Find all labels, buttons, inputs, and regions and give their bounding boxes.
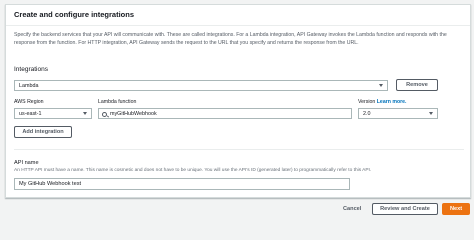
chevron-down-icon	[379, 84, 383, 87]
divider	[14, 149, 464, 150]
lambda-function-value: myGitHubWebhook	[110, 111, 157, 117]
panel-header: Create and configure integrations	[6, 5, 470, 26]
region-value: us-east-1	[19, 111, 42, 117]
search-icon	[102, 111, 107, 117]
panel-title: Create and configure integrations	[14, 10, 135, 19]
integration-type-value: Lambda	[19, 83, 39, 89]
learn-more-link[interactable]: Learn more.	[377, 99, 407, 105]
next-button[interactable]: Next	[442, 203, 470, 215]
version-value: 2.0	[363, 111, 371, 117]
chevron-down-icon	[429, 112, 433, 115]
region-select[interactable]: us-east-1	[14, 108, 92, 119]
api-name-label: API name	[14, 160, 39, 166]
review-and-create-button[interactable]: Review and Create	[372, 203, 438, 215]
function-label: Lambda function	[98, 99, 137, 105]
api-name-hint: An HTTP API must have a name. This name …	[14, 168, 372, 173]
api-name-input[interactable]: My GitHub Webhook test	[14, 178, 350, 190]
integration-type-select[interactable]: Lambda	[14, 80, 388, 91]
version-label: Version	[358, 99, 376, 105]
region-label: AWS Region	[14, 99, 44, 105]
chevron-down-icon	[83, 112, 87, 115]
version-select[interactable]: 2.0	[358, 108, 438, 119]
panel-description: Specify the backend services that your A…	[14, 32, 447, 46]
lambda-function-input[interactable]: myGitHubWebhook	[98, 108, 352, 119]
cancel-button[interactable]: Cancel	[343, 206, 361, 212]
integrations-label: Integrations	[14, 66, 48, 73]
remove-button[interactable]: Remove	[396, 79, 438, 91]
integrations-panel: Create and configure integrations Specif…	[5, 4, 471, 198]
version-label-group: Version Learn more.	[358, 99, 406, 105]
add-integration-button[interactable]: Add integration	[14, 126, 72, 138]
